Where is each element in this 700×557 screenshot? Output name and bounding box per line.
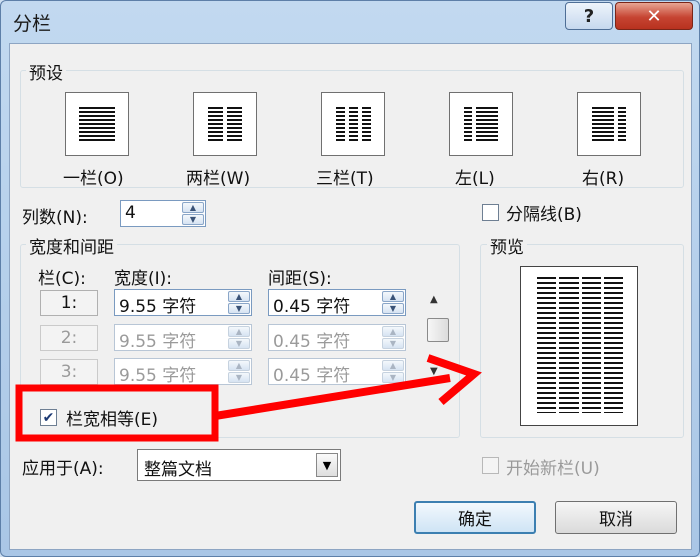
left-column-icon <box>464 107 472 141</box>
preset-three-columns[interactable] <box>321 92 385 156</box>
close-button[interactable]: ✕ <box>615 2 693 30</box>
apply-to-value: 整篇文档 <box>144 460 212 480</box>
spacing-header: 间距(S): <box>268 269 332 289</box>
spin-down-icon: ▼ <box>228 338 250 349</box>
preset-right-label: 右(R) <box>582 169 625 189</box>
column-number: 3: <box>40 359 98 385</box>
column-number: 1: <box>40 290 98 316</box>
spacing-value: 0.45 字符 <box>273 297 351 317</box>
width-header: 宽度(I): <box>114 269 173 289</box>
ok-button[interactable]: 确定 <box>414 501 536 534</box>
separator-label: 分隔线(B) <box>506 205 582 225</box>
width-spinner-1[interactable]: 9.55 字符 ▲ ▼ <box>114 289 252 317</box>
width-value: 9.55 字符 <box>119 366 197 386</box>
columns-count-spinner[interactable]: 4 ▲ ▼ <box>120 200 206 227</box>
dialog-title: 分栏 <box>13 13 52 35</box>
spin-down-icon: ▼ <box>228 372 250 383</box>
spacing-spinner-2: 0.45 字符 ▲ ▼ <box>268 324 406 352</box>
preset-right[interactable] <box>577 92 641 156</box>
column-dialog: 分栏 ? ✕ 预设 一栏(O) 两栏(W) 三栏(T) 左(L) 右(R) 列数… <box>0 0 700 557</box>
two-columns-icon <box>208 107 223 141</box>
presets-group-label: 预设 <box>26 59 66 84</box>
preset-one-column[interactable] <box>65 92 129 156</box>
scrollbar-thumb[interactable] <box>427 318 449 342</box>
preset-one-column-label: 一栏(O) <box>63 169 124 189</box>
preset-left-label: 左(L) <box>455 169 495 189</box>
spacing-value: 0.45 字符 <box>273 366 351 386</box>
columns-count-label: 列数(N): <box>22 208 88 228</box>
spin-down-icon: ▼ <box>382 372 404 383</box>
preset-two-columns[interactable] <box>193 92 257 156</box>
one-column-icon <box>79 107 115 141</box>
title-bar[interactable]: 分栏 ? ✕ <box>1 1 699 43</box>
preset-two-columns-label: 两栏(W) <box>186 169 251 189</box>
width-spinner-3: 9.55 字符 ▲ ▼ <box>114 358 252 386</box>
equal-width-label: 栏宽相等(E) <box>66 410 159 430</box>
three-columns-icon <box>335 107 345 141</box>
scroll-down-icon[interactable]: ▼ <box>430 366 438 377</box>
apply-to-label: 应用于(A): <box>22 459 104 479</box>
width-value: 9.55 字符 <box>119 297 197 317</box>
preset-three-columns-label: 三栏(T) <box>316 169 374 189</box>
dialog-body: 预设 一栏(O) 两栏(W) 三栏(T) 左(L) 右(R) 列数(N): 4 … <box>9 43 692 550</box>
close-icon: ✕ <box>646 5 662 27</box>
width-spacing-group-label: 宽度和间距 <box>26 233 117 258</box>
rows-scrollbar[interactable]: ▲ ▼ <box>426 290 450 386</box>
column-number: 2: <box>40 325 98 351</box>
separator-checkbox[interactable] <box>482 204 499 221</box>
spin-down-icon[interactable]: ▼ <box>382 303 404 314</box>
width-spinner-2: 9.55 字符 ▲ ▼ <box>114 324 252 352</box>
checkmark-icon: ✔ <box>42 409 55 426</box>
spin-up-icon[interactable]: ▲ <box>182 202 204 213</box>
spin-up-icon[interactable]: ▲ <box>382 291 404 302</box>
right-column-icon <box>592 107 614 141</box>
cancel-button[interactable]: 取消 <box>555 501 677 534</box>
new-column-checkbox <box>482 457 499 474</box>
spacing-value: 0.45 字符 <box>273 332 351 352</box>
chevron-down-icon[interactable]: ▼ <box>316 453 338 477</box>
spin-up-icon[interactable]: ▲ <box>228 291 250 302</box>
preset-left[interactable] <box>449 92 513 156</box>
spin-up-icon: ▲ <box>228 360 250 371</box>
spin-up-icon: ▲ <box>382 326 404 337</box>
scroll-up-icon[interactable]: ▲ <box>430 294 438 305</box>
columns-count-value: 4 <box>125 203 136 223</box>
spin-up-icon: ▲ <box>228 326 250 337</box>
spacing-spinner-1[interactable]: 0.45 字符 ▲ ▼ <box>268 289 406 317</box>
preview-columns <box>537 277 623 413</box>
spin-down-icon[interactable]: ▼ <box>228 303 250 314</box>
apply-to-dropdown[interactable]: 整篇文档 ▼ <box>137 449 341 481</box>
help-button[interactable]: ? <box>565 2 613 30</box>
column-header: 栏(C): <box>38 269 86 289</box>
new-column-label: 开始新栏(U) <box>506 459 600 479</box>
help-icon: ? <box>583 5 595 27</box>
spacing-spinner-3: 0.45 字符 ▲ ▼ <box>268 358 406 386</box>
equal-width-checkbox[interactable]: ✔ <box>40 409 57 426</box>
spin-down-icon[interactable]: ▼ <box>182 214 204 225</box>
width-value: 9.55 字符 <box>119 332 197 352</box>
spin-up-icon: ▲ <box>382 360 404 371</box>
preview-group-label: 预览 <box>487 233 527 258</box>
spin-down-icon: ▼ <box>382 338 404 349</box>
preview-page <box>520 266 638 426</box>
